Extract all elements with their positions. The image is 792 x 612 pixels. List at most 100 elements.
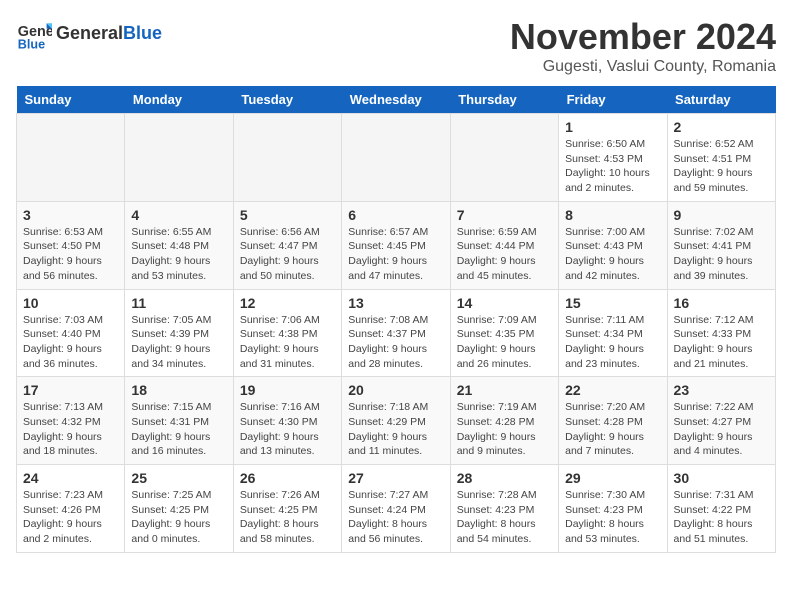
logo: General Blue GeneralBlue [16, 16, 162, 52]
day-info: Sunrise: 6:55 AM Sunset: 4:48 PM Dayligh… [131, 225, 226, 284]
weekday-header-tuesday: Tuesday [233, 86, 341, 114]
day-info: Sunrise: 7:13 AM Sunset: 4:32 PM Dayligh… [23, 400, 118, 459]
calendar-cell: 12Sunrise: 7:06 AM Sunset: 4:38 PM Dayli… [233, 289, 341, 377]
day-info: Sunrise: 6:57 AM Sunset: 4:45 PM Dayligh… [348, 225, 443, 284]
day-info: Sunrise: 7:09 AM Sunset: 4:35 PM Dayligh… [457, 313, 552, 372]
day-info: Sunrise: 7:26 AM Sunset: 4:25 PM Dayligh… [240, 488, 335, 547]
calendar-cell: 5 Sunrise: 6:56 AM Sunset: 4:47 PM Daylig… [233, 201, 341, 289]
logo-text: GeneralBlue [56, 23, 162, 45]
calendar-cell: 30 Sunrise: 7:31 AM Sunset: 4:22 PM Dayli… [667, 465, 775, 553]
day-info: Sunrise: 7:15 AM Sunset: 4:31 PM Dayligh… [131, 400, 226, 459]
calendar-cell: 22 Sunrise: 7:20 AM Sunset: 4:28 PM Dayli… [559, 377, 667, 465]
weekday-header-wednesday: Wednesday [342, 86, 450, 114]
day-info: Sunrise: 7:28 AM Sunset: 4:23 PM Dayligh… [457, 488, 552, 547]
calendar-cell: 9Sunrise: 7:02 AM Sunset: 4:41 PM Daylig… [667, 201, 775, 289]
calendar-cell: 3 Sunrise: 6:53 AM Sunset: 4:50 PM Daylig… [17, 201, 125, 289]
day-number: 25 [131, 470, 226, 486]
calendar-cell: 18 Sunrise: 7:15 AM Sunset: 4:31 PM Dayli… [125, 377, 233, 465]
calendar-cell: 1 Sunrise: 6:50 AM Sunset: 4:53 PM Daylig… [559, 114, 667, 202]
calendar-cell: 10Sunrise: 7:03 AM Sunset: 4:40 PM Dayli… [17, 289, 125, 377]
day-info: Sunrise: 6:50 AM Sunset: 4:53 PM Dayligh… [565, 137, 660, 196]
day-number: 11 [131, 295, 226, 311]
calendar-cell: 4 Sunrise: 6:55 AM Sunset: 4:48 PM Daylig… [125, 201, 233, 289]
day-info: Sunrise: 6:56 AM Sunset: 4:47 PM Dayligh… [240, 225, 335, 284]
calendar-cell: 7 Sunrise: 6:59 AM Sunset: 4:44 PM Daylig… [450, 201, 558, 289]
day-number: 15 [565, 295, 660, 311]
day-info: Sunrise: 7:31 AM Sunset: 4:22 PM Dayligh… [674, 488, 769, 547]
logo-icon: General Blue [16, 16, 52, 52]
day-number: 23 [674, 382, 769, 398]
day-number: 18 [131, 382, 226, 398]
day-number: 14 [457, 295, 552, 311]
day-number: 1 [565, 119, 660, 135]
day-info: Sunrise: 7:12 AM Sunset: 4:33 PM Dayligh… [674, 313, 769, 372]
day-number: 26 [240, 470, 335, 486]
day-number: 27 [348, 470, 443, 486]
day-number: 30 [674, 470, 769, 486]
calendar-cell: 25 Sunrise: 7:25 AM Sunset: 4:25 PM Dayli… [125, 465, 233, 553]
weekday-header-row: SundayMondayTuesdayWednesdayThursdayFrid… [17, 86, 776, 114]
month-title: November 2024 [510, 16, 776, 58]
calendar-week-row: 17Sunrise: 7:13 AM Sunset: 4:32 PM Dayli… [17, 377, 776, 465]
calendar-cell: 17Sunrise: 7:13 AM Sunset: 4:32 PM Dayli… [17, 377, 125, 465]
calendar-cell [17, 114, 125, 202]
calendar-cell: 2 Sunrise: 6:52 AM Sunset: 4:51 PM Daylig… [667, 114, 775, 202]
day-number: 20 [348, 382, 443, 398]
weekday-header-friday: Friday [559, 86, 667, 114]
weekday-header-saturday: Saturday [667, 86, 775, 114]
day-info: Sunrise: 6:59 AM Sunset: 4:44 PM Dayligh… [457, 225, 552, 284]
day-info: Sunrise: 7:19 AM Sunset: 4:28 PM Dayligh… [457, 400, 552, 459]
weekday-header-monday: Monday [125, 86, 233, 114]
day-info: Sunrise: 7:20 AM Sunset: 4:28 PM Dayligh… [565, 400, 660, 459]
day-info: Sunrise: 7:25 AM Sunset: 4:25 PM Dayligh… [131, 488, 226, 547]
day-number: 3 [23, 207, 118, 223]
calendar-cell: 6 Sunrise: 6:57 AM Sunset: 4:45 PM Daylig… [342, 201, 450, 289]
calendar-week-row: 3 Sunrise: 6:53 AM Sunset: 4:50 PM Daylig… [17, 201, 776, 289]
day-number: 6 [348, 207, 443, 223]
day-info: Sunrise: 7:03 AM Sunset: 4:40 PM Dayligh… [23, 313, 118, 372]
day-info: Sunrise: 7:05 AM Sunset: 4:39 PM Dayligh… [131, 313, 226, 372]
calendar-cell [125, 114, 233, 202]
calendar-week-row: 10Sunrise: 7:03 AM Sunset: 4:40 PM Dayli… [17, 289, 776, 377]
day-number: 4 [131, 207, 226, 223]
calendar-cell: 28 Sunrise: 7:28 AM Sunset: 4:23 PM Dayli… [450, 465, 558, 553]
calendar-cell: 11 Sunrise: 7:05 AM Sunset: 4:39 PM Dayli… [125, 289, 233, 377]
day-number: 5 [240, 207, 335, 223]
title-area: November 2024 Gugesti, Vaslui County, Ro… [510, 16, 776, 76]
calendar-cell: 27Sunrise: 7:27 AM Sunset: 4:24 PM Dayli… [342, 465, 450, 553]
calendar-cell: 23Sunrise: 7:22 AM Sunset: 4:27 PM Dayli… [667, 377, 775, 465]
svg-text:Blue: Blue [18, 37, 45, 51]
day-number: 19 [240, 382, 335, 398]
day-info: Sunrise: 7:06 AM Sunset: 4:38 PM Dayligh… [240, 313, 335, 372]
calendar-cell: 26 Sunrise: 7:26 AM Sunset: 4:25 PM Dayli… [233, 465, 341, 553]
day-number: 7 [457, 207, 552, 223]
weekday-header-sunday: Sunday [17, 86, 125, 114]
day-number: 22 [565, 382, 660, 398]
calendar-cell: 21 Sunrise: 7:19 AM Sunset: 4:28 PM Dayli… [450, 377, 558, 465]
day-info: Sunrise: 6:53 AM Sunset: 4:50 PM Dayligh… [23, 225, 118, 284]
day-info: Sunrise: 7:02 AM Sunset: 4:41 PM Dayligh… [674, 225, 769, 284]
day-info: Sunrise: 6:52 AM Sunset: 4:51 PM Dayligh… [674, 137, 769, 196]
day-number: 13 [348, 295, 443, 311]
page-header: General Blue GeneralBlue November 2024 G… [16, 16, 776, 76]
day-info: Sunrise: 7:16 AM Sunset: 4:30 PM Dayligh… [240, 400, 335, 459]
day-number: 21 [457, 382, 552, 398]
day-info: Sunrise: 7:00 AM Sunset: 4:43 PM Dayligh… [565, 225, 660, 284]
day-info: Sunrise: 7:08 AM Sunset: 4:37 PM Dayligh… [348, 313, 443, 372]
logo-general: General [56, 23, 123, 43]
calendar-table: SundayMondayTuesdayWednesdayThursdayFrid… [16, 86, 776, 553]
calendar-cell: 14 Sunrise: 7:09 AM Sunset: 4:35 PM Dayli… [450, 289, 558, 377]
day-number: 24 [23, 470, 118, 486]
day-number: 28 [457, 470, 552, 486]
calendar-week-row: 24 Sunrise: 7:23 AM Sunset: 4:26 PM Dayli… [17, 465, 776, 553]
day-info: Sunrise: 7:30 AM Sunset: 4:23 PM Dayligh… [565, 488, 660, 547]
logo-blue: Blue [123, 23, 162, 43]
day-info: Sunrise: 7:23 AM Sunset: 4:26 PM Dayligh… [23, 488, 118, 547]
weekday-header-thursday: Thursday [450, 86, 558, 114]
day-number: 2 [674, 119, 769, 135]
calendar-cell: 29 Sunrise: 7:30 AM Sunset: 4:23 PM Dayli… [559, 465, 667, 553]
day-info: Sunrise: 7:18 AM Sunset: 4:29 PM Dayligh… [348, 400, 443, 459]
day-number: 29 [565, 470, 660, 486]
calendar-cell [342, 114, 450, 202]
calendar-cell: 8Sunrise: 7:00 AM Sunset: 4:43 PM Daylig… [559, 201, 667, 289]
